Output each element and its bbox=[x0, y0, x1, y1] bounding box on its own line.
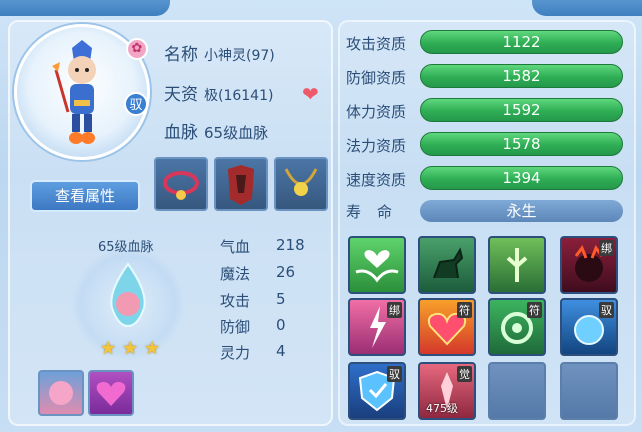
amulet-icon bbox=[284, 168, 318, 196]
inner-skill-icon bbox=[49, 381, 73, 405]
aptitude-attack-bar: 1122 bbox=[420, 30, 623, 54]
ride-badge[interactable]: 驭 bbox=[124, 92, 148, 116]
equip-slot-3[interactable] bbox=[274, 157, 328, 211]
awaken-tag: 觉 bbox=[457, 366, 472, 382]
pet-portrait-icon bbox=[52, 40, 96, 144]
nature-skill-icon bbox=[506, 248, 528, 282]
heart-icon[interactable]: ❤ bbox=[302, 82, 319, 106]
aptitude-attack-label: 攻击资质 bbox=[346, 35, 407, 53]
star-icon: ★ bbox=[100, 338, 117, 359]
pet-bloodline-value: 65级血脉 bbox=[204, 124, 269, 142]
stat-defense-label: 防御 bbox=[220, 318, 251, 336]
skill-slot-4[interactable]: 绑 bbox=[560, 236, 618, 294]
aptitude-defense-bar: 1582 bbox=[420, 64, 623, 88]
stat-hp-label: 气血 bbox=[220, 238, 251, 256]
skill-slot-5[interactable]: 绑 bbox=[348, 298, 406, 356]
stat-hp-value: 218 bbox=[276, 236, 305, 254]
skill-level-text: 475级 bbox=[426, 402, 458, 415]
ride-tag: 驭 bbox=[599, 302, 614, 318]
stat-mp-label: 魔法 bbox=[220, 265, 251, 283]
equip-slot-1[interactable] bbox=[154, 157, 208, 211]
armor-icon bbox=[228, 165, 254, 205]
star-icon: ★ bbox=[122, 338, 139, 359]
aptitude-defense-label: 防御资质 bbox=[346, 69, 407, 87]
pet-bloodline-label: 血脉 bbox=[164, 123, 198, 143]
bind-tag: 绑 bbox=[599, 240, 614, 256]
tab-pet-other[interactable] bbox=[532, 0, 642, 16]
stat-attack-label: 攻击 bbox=[220, 292, 251, 310]
aptitude-stamina-bar: 1592 bbox=[420, 98, 623, 122]
skill-slot-empty-2[interactable] bbox=[560, 362, 618, 420]
view-attributes-button[interactable]: 查看属性 bbox=[30, 180, 140, 212]
aptitude-stamina-label: 体力资质 bbox=[346, 103, 407, 121]
aptitude-magic-label: 法力资质 bbox=[346, 137, 407, 155]
pet-bloodline-row: 血脉 65级血脉 bbox=[164, 118, 268, 143]
stat-attack-value: 5 bbox=[276, 290, 286, 308]
lotus-icon[interactable]: ✿ bbox=[126, 38, 148, 60]
skill-slot-3[interactable] bbox=[488, 236, 546, 294]
heart-skill-icon bbox=[96, 381, 126, 406]
aptitude-speed-bar: 1394 bbox=[420, 166, 623, 190]
life-value: 永生 bbox=[420, 200, 623, 222]
pet-name-row: 名称 小神灵(97) bbox=[164, 40, 275, 65]
aptitude-speed-label: 速度资质 bbox=[346, 171, 407, 189]
skill-slot-1[interactable] bbox=[348, 236, 406, 294]
skill-slot-6[interactable]: 符 bbox=[418, 298, 476, 356]
ride-tag: 驭 bbox=[387, 366, 402, 382]
charm-tag: 符 bbox=[527, 302, 542, 318]
star-icon: ★ bbox=[144, 338, 161, 359]
life-label: 寿命 bbox=[346, 203, 409, 221]
equip-slot-2[interactable] bbox=[214, 157, 268, 211]
skill-slot-10[interactable]: 觉 475级 bbox=[418, 362, 476, 420]
inner-skill-slot-1[interactable] bbox=[38, 370, 84, 416]
skill-slot-7[interactable]: 符 bbox=[488, 298, 546, 356]
skill-slot-empty-1[interactable] bbox=[488, 362, 546, 420]
bind-tag: 绑 bbox=[387, 302, 402, 318]
heal-wings-skill-icon bbox=[355, 250, 399, 283]
stat-spirit-label: 灵力 bbox=[220, 344, 251, 362]
necklace-icon bbox=[163, 171, 199, 200]
aptitude-magic-bar: 1578 bbox=[420, 132, 623, 156]
stat-mp-value: 26 bbox=[276, 263, 296, 281]
skill-slot-2[interactable] bbox=[418, 236, 476, 294]
bloodline-gem-icon[interactable] bbox=[104, 262, 152, 328]
inner-skill-slot-2[interactable] bbox=[88, 370, 134, 416]
tab-pet-info[interactable] bbox=[0, 0, 170, 16]
pet-name-value: 小神灵(97) bbox=[204, 48, 275, 64]
skill-slot-8[interactable]: 驭 bbox=[560, 298, 618, 356]
pet-talent-label: 天资 bbox=[164, 85, 198, 105]
pet-talent-row: 天资 极(16141) bbox=[164, 80, 273, 105]
charm-tag: 符 bbox=[457, 302, 472, 318]
stat-spirit-value: 4 bbox=[276, 342, 286, 360]
deer-skill-icon bbox=[433, 247, 464, 279]
pet-talent-value: 极(16141) bbox=[204, 88, 274, 104]
skill-slot-9[interactable]: 驭 bbox=[348, 362, 406, 420]
pet-name-label: 名称 bbox=[164, 45, 198, 65]
stat-defense-value: 0 bbox=[276, 316, 286, 334]
